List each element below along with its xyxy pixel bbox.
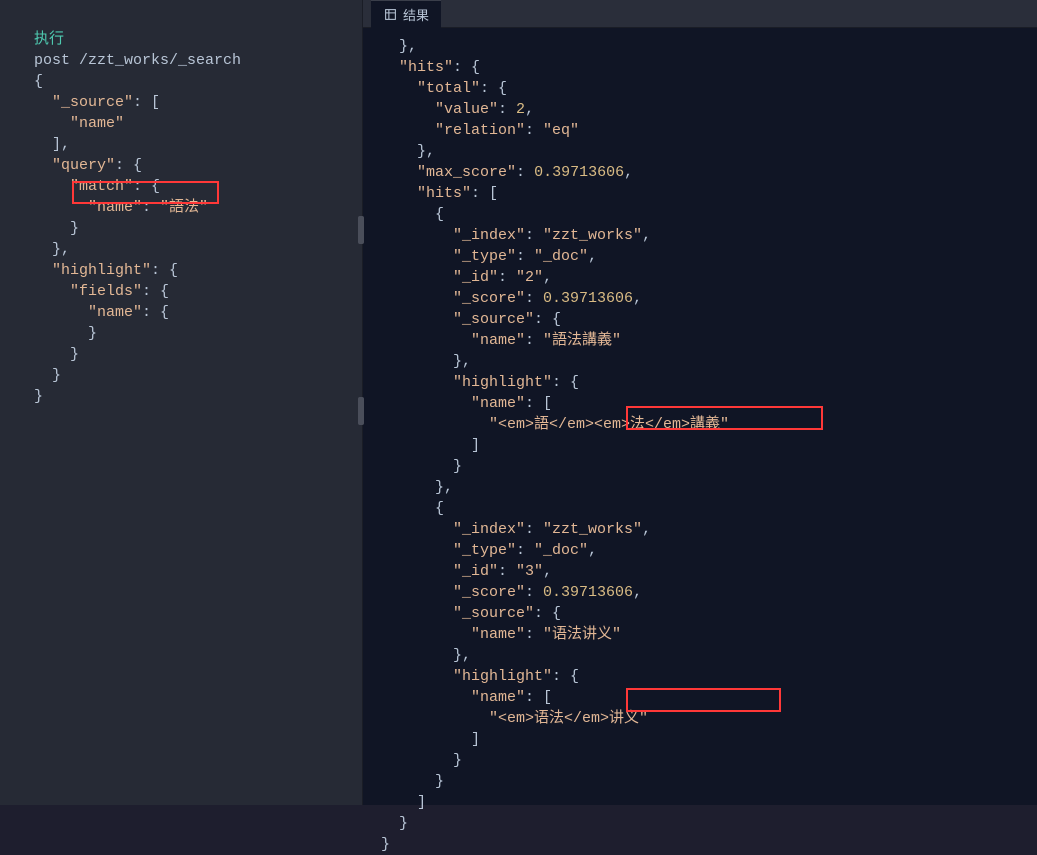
response-panel: 结果 }, "hits": { "total": { "value": 2, "… [363,0,1037,805]
results-tab[interactable]: 结果 [371,0,441,28]
response-tab-bar: 结果 [363,0,1037,28]
request-code[interactable]: 执行 post /zzt_works/_search { "_source": … [0,0,362,805]
results-tab-label: 结果 [403,5,429,24]
request-line: post /zzt_works/_search [34,52,241,69]
splitter-handle[interactable] [358,397,364,425]
execute-link[interactable]: 执行 [34,31,64,48]
results-icon [383,7,397,21]
splitter-handle[interactable] [358,216,364,244]
response-json[interactable]: }, "hits": { "total": { "value": 2, "rel… [363,28,1037,805]
request-editor-panel: 执行 post /zzt_works/_search { "_source": … [0,0,363,805]
